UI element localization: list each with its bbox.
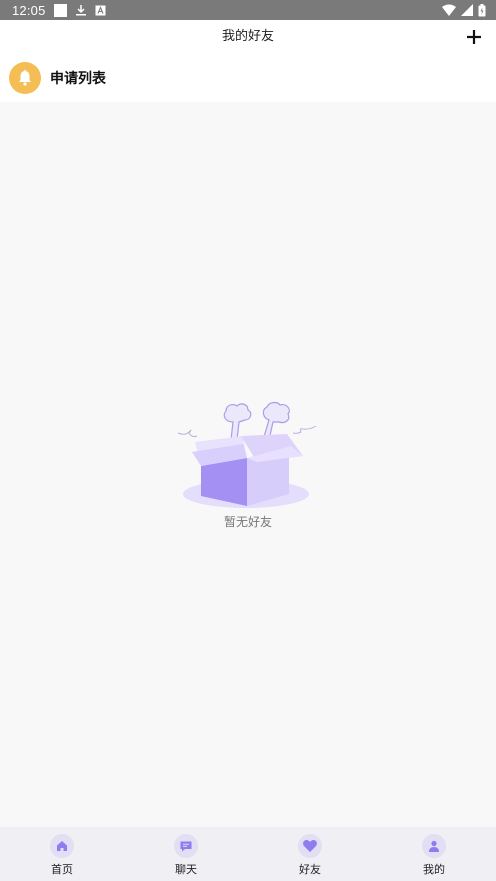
bell-avatar (9, 62, 41, 94)
page-title: 我的好友 (221, 29, 274, 44)
status-right (442, 3, 486, 17)
apply-list-label: 申请列表 (50, 71, 106, 87)
home-icon (50, 834, 74, 858)
apply-list-row[interactable]: 申请列表 (0, 54, 496, 102)
download-icon (75, 4, 87, 16)
empty-text: 暂无好友 (223, 515, 272, 529)
app-header: 我的好友 (0, 20, 496, 54)
heart-icon (298, 834, 322, 858)
nav-item-me[interactable]: 我的 (372, 827, 496, 881)
user-icon (422, 834, 446, 858)
nav-item-home[interactable]: 首页 (0, 827, 124, 881)
bell-icon (19, 69, 31, 86)
status-left: 12:05 (12, 3, 106, 18)
signal-icon (461, 4, 473, 16)
status-bar: 12:05 (0, 0, 496, 20)
nav-label-friends: 好友 (299, 863, 321, 876)
nav-item-friends[interactable]: 好友 (248, 827, 372, 881)
add-friend-button[interactable] (462, 25, 486, 49)
empty-state: 暂无好友 (0, 102, 496, 827)
white-square-icon (53, 3, 67, 17)
nav-label-chat: 聊天 (175, 863, 197, 876)
battery-icon (478, 3, 486, 17)
bottom-nav: 首页 聊天 好友 我的 (0, 827, 496, 881)
status-time: 12:05 (12, 2, 46, 18)
empty-box-illustration (177, 401, 317, 508)
plus-icon (467, 30, 481, 44)
wifi-icon (442, 4, 456, 16)
nav-label-home: 首页 (51, 863, 73, 876)
nav-item-chat[interactable]: 聊天 (124, 827, 248, 881)
a-box-icon (95, 5, 106, 16)
nav-label-me: 我的 (423, 863, 445, 876)
chat-icon (174, 834, 198, 858)
